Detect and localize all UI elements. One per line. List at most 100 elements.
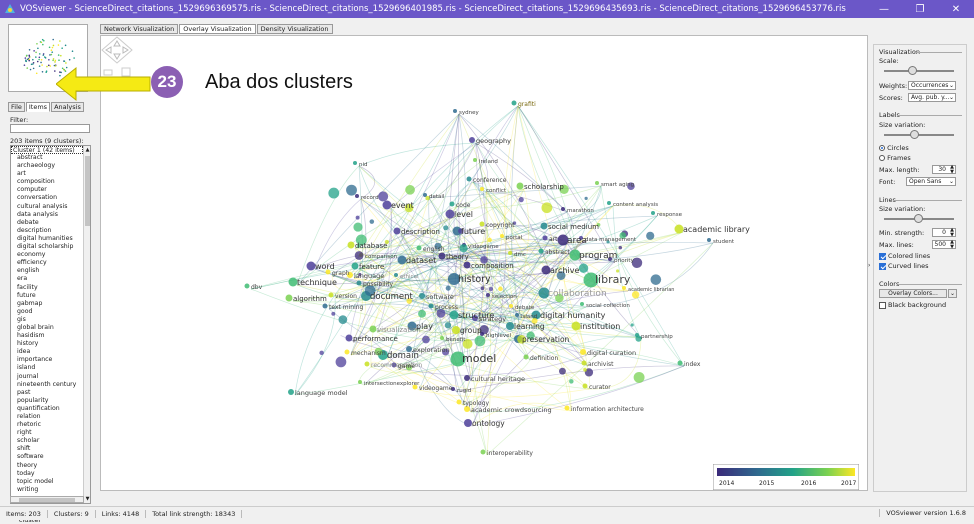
network-labels: grafiti sydney geography ireland conference s…: [251, 101, 750, 457]
network-node-label: group: [460, 326, 482, 335]
list-item[interactable]: archaeology: [11, 162, 83, 170]
lines-size-slider[interactable]: [884, 214, 954, 223]
list-item[interactable]: digital scholarship: [11, 243, 83, 251]
restore-button[interactable]: ❐: [902, 4, 938, 15]
list-item[interactable]: theory: [11, 462, 83, 470]
scale-slider[interactable]: [884, 66, 954, 75]
list-item[interactable]: conversation: [11, 194, 83, 202]
list-item[interactable]: gis: [11, 316, 83, 324]
list-item[interactable]: scholar: [11, 437, 83, 445]
list-item[interactable]: description: [11, 227, 83, 235]
list-item[interactable]: future: [11, 292, 83, 300]
overlay-colors-button[interactable]: Overlay Colors...: [879, 289, 947, 298]
tab-overlay-visualization[interactable]: Overlay Visualization: [179, 24, 256, 34]
labels-size-slider-knob[interactable]: [910, 130, 919, 139]
lines-size-slider-knob[interactable]: [914, 214, 923, 223]
network-node-label: feature: [359, 263, 384, 271]
list-item[interactable]: journal: [11, 373, 83, 381]
font-dropdown[interactable]: Open Sans ⌄: [906, 177, 956, 186]
network-map[interactable]: grafiti sydney geography ireland conference s…: [101, 36, 867, 490]
spinner-arrows-icon[interactable]: ▲ ▼: [950, 165, 954, 175]
list-item[interactable]: facility: [11, 284, 83, 292]
frames-radio-row[interactable]: Frames: [879, 154, 911, 162]
list-item[interactable]: gabmap: [11, 300, 83, 308]
list-item[interactable]: digital humanities: [11, 235, 83, 243]
list-item[interactable]: abstract: [11, 154, 83, 162]
status-bar: Items: 203 Clusters: 9 Links: 4148 Total…: [0, 506, 974, 520]
circles-radio-row[interactable]: Circles: [879, 144, 909, 152]
list-item[interactable]: quantification: [11, 405, 83, 413]
spinner-arrows-icon[interactable]: ▲ ▼: [950, 228, 954, 238]
colored-lines-checkbox[interactable]: [879, 252, 886, 260]
overlay-visualization-canvas[interactable]: grafiti sydney geography ireland conference s…: [100, 35, 868, 491]
list-item[interactable]: relation: [11, 413, 83, 421]
filter-input[interactable]: [10, 124, 90, 133]
hscroll-thumb[interactable]: [19, 498, 75, 502]
tab-items[interactable]: Items: [25, 102, 51, 112]
minimize-button[interactable]: —: [866, 4, 902, 15]
list-item[interactable]: debate: [11, 219, 83, 227]
max-length-spinner[interactable]: 30 ▲ ▼: [932, 165, 956, 175]
list-item[interactable]: composition: [11, 178, 83, 186]
list-item[interactable]: today: [11, 470, 83, 478]
tab-network-visualization[interactable]: Network Visualization: [100, 24, 179, 34]
cluster-header[interactable]: Cluster 1 (42 items): [11, 146, 83, 154]
list-item[interactable]: efficiency: [11, 259, 83, 267]
list-item[interactable]: idea: [11, 348, 83, 356]
list-item[interactable]: island: [11, 364, 83, 372]
circles-radio[interactable]: [879, 145, 885, 151]
black-background-row[interactable]: Black background: [879, 301, 946, 309]
list-item[interactable]: popularity: [11, 397, 83, 405]
scroll-down-icon[interactable]: ▼: [84, 495, 90, 503]
weights-dropdown[interactable]: Occurrences ⌄: [908, 81, 956, 90]
black-background-checkbox[interactable]: [879, 301, 886, 309]
list-item[interactable]: hasidism: [11, 332, 83, 340]
list-item[interactable]: writing: [11, 486, 83, 494]
frames-radio[interactable]: [879, 155, 885, 161]
scale-slider-knob[interactable]: [908, 66, 917, 75]
list-item[interactable]: art: [11, 170, 83, 178]
min-strength-spinner[interactable]: 0 ▲ ▼: [932, 228, 956, 238]
list-item[interactable]: past: [11, 389, 83, 397]
list-item[interactable]: good: [11, 308, 83, 316]
list-item[interactable]: shift: [11, 445, 83, 453]
network-node-label: partnership: [641, 334, 673, 340]
list-item[interactable]: economy: [11, 251, 83, 259]
scores-dropdown[interactable]: Avg. pub. y... ⌄: [908, 93, 956, 102]
list-item[interactable]: cultural analysis: [11, 203, 83, 211]
tab-file[interactable]: File: [8, 102, 25, 112]
list-item[interactable]: software: [11, 453, 83, 461]
font-label: Font:: [879, 178, 896, 186]
spinner-arrows-icon[interactable]: ▲ ▼: [950, 240, 954, 250]
items-vertical-scrollbar[interactable]: ▲ ▼: [83, 146, 90, 503]
panel-collapse-arrow-icon[interactable]: ›: [868, 262, 870, 269]
list-item[interactable]: computer: [11, 186, 83, 194]
network-node: [356, 280, 362, 286]
window-title: VOSviewer - ScienceDirect_citations_1529…: [20, 4, 846, 14]
curved-lines-checkbox[interactable]: [879, 262, 886, 270]
list-item[interactable]: global brain: [11, 324, 83, 332]
tab-density-visualization[interactable]: Density Visualization: [256, 24, 333, 34]
tab-analysis[interactable]: Analysis: [51, 102, 84, 112]
items-list[interactable]: Cluster 1 (42 items) abstract archaeology…: [10, 145, 91, 504]
list-item[interactable]: era: [11, 275, 83, 283]
minimap-dot: [32, 58, 34, 61]
items-horizontal-scrollbar[interactable]: [10, 496, 84, 503]
max-lines-spinner[interactable]: 500 ▲ ▼: [932, 240, 956, 250]
network-node-label: copyright: [486, 222, 515, 229]
list-item[interactable]: history: [11, 340, 83, 348]
scroll-thumb[interactable]: [85, 156, 90, 226]
list-item[interactable]: english: [11, 267, 83, 275]
colors-dropdown-chevron[interactable]: ⌄: [948, 289, 957, 298]
labels-size-slider[interactable]: [884, 130, 954, 139]
list-item[interactable]: importance: [11, 356, 83, 364]
list-item[interactable]: rhetoric: [11, 421, 83, 429]
colored-lines-row[interactable]: Colored lines: [879, 252, 930, 260]
list-item[interactable]: data analysis: [11, 211, 83, 219]
list-item[interactable]: topic model: [11, 478, 83, 486]
close-button[interactable]: ✕: [938, 4, 974, 15]
curved-lines-row[interactable]: Curved lines: [879, 262, 929, 270]
scroll-up-icon[interactable]: ▲: [84, 146, 90, 154]
list-item[interactable]: right: [11, 429, 83, 437]
list-item[interactable]: nineteenth century: [11, 381, 83, 389]
